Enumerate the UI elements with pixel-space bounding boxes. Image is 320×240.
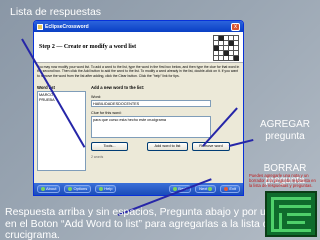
- app-icon: [37, 23, 43, 30]
- word-list-box[interactable]: MARCO PRUEBA: [37, 91, 86, 171]
- help-label: Help: [104, 186, 113, 191]
- options-icon: [68, 187, 73, 191]
- about-button[interactable]: About: [37, 185, 61, 193]
- red-note: Puedes agregarle una nota y un borrador …: [249, 173, 316, 188]
- step-banner: Step 2 — Create or modify a word list: [34, 32, 243, 63]
- eclipsecrossword-window: EclipseCrossword x Step 2 — Create or mo…: [33, 20, 244, 196]
- options-button[interactable]: Options: [64, 185, 92, 193]
- instructions-text: You may now modify your word list. To ad…: [37, 65, 240, 78]
- remove-word-button[interactable]: Remove word: [192, 142, 230, 151]
- navigation-bar: About Options Help Back Next Exit: [34, 183, 243, 195]
- slide-title: Lista de respuestas: [10, 6, 102, 18]
- tools-button[interactable]: Tools...: [91, 142, 128, 151]
- word-count: 2 words: [91, 155, 104, 159]
- step-heading: Step 2 — Create or modify a word list: [39, 44, 137, 50]
- options-label: Options: [73, 186, 88, 191]
- next-arrow-icon: [208, 187, 213, 191]
- window-titlebar: EclipseCrossword x: [34, 21, 243, 32]
- about-icon: [41, 187, 45, 191]
- list-item[interactable]: PRUEBA: [39, 98, 84, 103]
- window-title: EclipseCrossword: [45, 23, 89, 30]
- exit-button[interactable]: Exit: [220, 185, 240, 193]
- crossword-grid-icon: [213, 35, 239, 61]
- agregar-note: AGREGAR pregunta: [259, 119, 310, 142]
- help-icon: [99, 187, 104, 191]
- word-input[interactable]: HABILIDADESDOCENTES: [91, 100, 211, 107]
- exit-label: Exit: [229, 186, 236, 191]
- maze-logo-icon: [265, 191, 317, 237]
- next-button[interactable]: Next: [195, 185, 217, 193]
- close-button[interactable]: x: [231, 22, 240, 31]
- clue-input[interactable]: para que curso esta hecho este crucigram…: [91, 116, 211, 138]
- help-button[interactable]: Help: [95, 185, 117, 193]
- exit-icon: [224, 187, 229, 191]
- next-label: Next: [199, 186, 208, 191]
- add-word-button[interactable]: Add word to list: [147, 142, 188, 151]
- clue-field-label: Clue for this word:: [91, 111, 122, 115]
- about-label: About: [46, 186, 57, 191]
- word-field-label: Word:: [91, 95, 102, 99]
- add-word-label: Add a new word to the list:: [91, 85, 145, 90]
- word-panels: Word list MARCO PRUEBA Add a new word to…: [34, 83, 243, 179]
